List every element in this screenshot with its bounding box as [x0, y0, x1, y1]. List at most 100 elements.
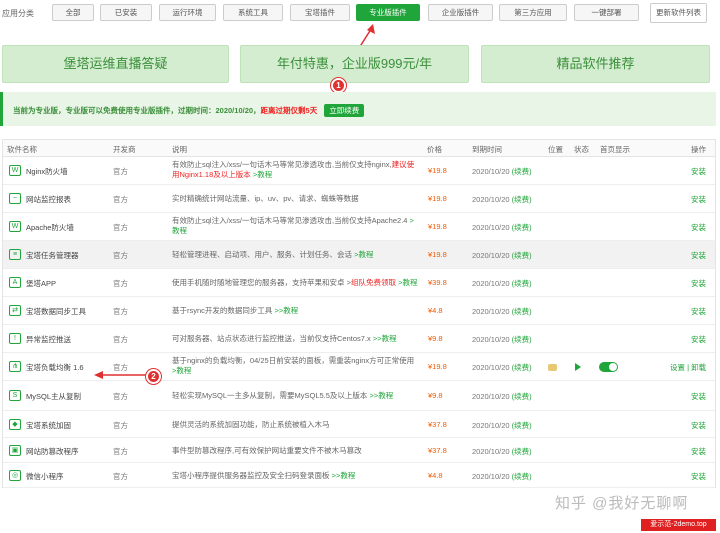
expire-date: 2020/10/20	[472, 307, 510, 316]
tab-installed[interactable]: 已安装	[100, 4, 152, 21]
tab-enterprise-plugins[interactable]: 企业版插件	[428, 4, 493, 21]
plugin-developer: 官方	[113, 392, 128, 401]
alert-icon: !	[9, 333, 21, 344]
install-button[interactable]: 安装	[691, 278, 706, 289]
plugin-table: 软件名称 开发商 说明 价格 到期时间 位置 状态 首页显示 操作 W Nginx…	[2, 139, 716, 488]
tab-all[interactable]: 全部	[52, 4, 94, 21]
plugin-expire: 2020/10/20 (续费)	[472, 166, 532, 177]
expire-date: 2020/10/20	[472, 223, 510, 232]
tutorial-link[interactable]: >>教程	[373, 334, 397, 343]
plugin-description: 基于rsync开发的数据同步工具 >>教程	[172, 306, 420, 316]
renew-link[interactable]: (续费)	[512, 421, 532, 430]
notice-text: 当前为专业版，专业版可以免费使用专业版插件，过期时间：2020/10/20，	[13, 106, 261, 115]
settings-uninstall-links[interactable]: 设置 | 卸载	[670, 362, 706, 373]
table-row: A 堡塔APP 官方 使用手机随时随地管理您的服务器，支持苹果和安卓 >组队免费领取 …	[3, 269, 715, 297]
description-text: 事件型防篡改程序,可有效保护网站重要文件不被木马篡改	[172, 446, 362, 455]
renew-link[interactable]: (续费)	[512, 363, 532, 372]
tab-one-click-deploy[interactable]: 一键部署	[574, 4, 639, 21]
install-button[interactable]: 安装	[691, 334, 706, 345]
renew-link[interactable]: (续费)	[512, 279, 532, 288]
description-text: 有效防止sql注入/xss/一句话木马等常见渗透攻击,当前仅支持Apache2.…	[172, 216, 408, 225]
tutorial-link[interactable]: >>教程	[332, 471, 356, 480]
expire-date: 2020/10/20	[472, 195, 510, 204]
install-button[interactable]: 安装	[691, 194, 706, 205]
plugin-name: 宝塔系统加固	[26, 421, 71, 430]
install-button[interactable]: 安装	[691, 222, 706, 233]
plugin-price: ¥19.8	[428, 362, 447, 371]
play-icon[interactable]	[575, 363, 581, 371]
plugin-description: 使用手机随时随地管理您的服务器，支持苹果和安卓 >组队免费领取 >教程	[172, 278, 420, 288]
folder-icon[interactable]	[548, 364, 557, 371]
renew-link[interactable]: (续费)	[512, 307, 532, 316]
plugin-expire: 2020/10/20 (续费)	[472, 194, 532, 205]
tab-third-party[interactable]: 第三方应用	[499, 4, 567, 21]
install-button[interactable]: 安装	[691, 306, 706, 317]
plugin-description: 宝塔小程序提供服务器监控及安全扫码登录面板 >>教程	[172, 471, 420, 481]
install-button[interactable]: 安装	[691, 446, 706, 457]
annotation-arrow-2	[94, 371, 148, 379]
plugin-developer: 官方	[113, 421, 128, 430]
expire-date: 2020/10/20	[472, 472, 510, 481]
shield-icon: W	[9, 221, 21, 232]
description-text: 提供灵活的系统加固功能，防止系统被植入木马	[172, 420, 330, 429]
tab-runtime[interactable]: 运行环境	[159, 4, 216, 21]
plugin-price: ¥39.8	[428, 278, 447, 287]
task-icon: ≡	[9, 249, 21, 260]
home-display-toggle[interactable]	[599, 362, 618, 372]
renew-link[interactable]: (续费)	[512, 447, 532, 456]
wechat-icon: ◎	[9, 470, 21, 481]
plugin-name: 宝塔任务管理器	[26, 251, 79, 260]
plugin-price: ¥9.8	[428, 391, 443, 400]
expire-date: 2020/10/20	[472, 363, 510, 372]
plugin-price: ¥19.8	[428, 250, 447, 259]
tutorial-link[interactable]: >>教程	[275, 306, 299, 315]
plugin-expire: 2020/10/20 (续费)	[472, 446, 532, 457]
table-row: W Nginx防火墙 官方 有效防止sql注入/xss/一句话木马等常见渗透攻击,当前…	[3, 157, 715, 185]
install-button[interactable]: 安装	[691, 166, 706, 177]
install-button[interactable]: 安装	[691, 391, 706, 402]
description-text: 基于nginx的负载均衡，04/25日前安装的面板，需重装nginx方可正常使用	[172, 356, 415, 365]
header-position: 位置	[548, 145, 563, 154]
install-button[interactable]: 安装	[691, 250, 706, 261]
renew-link[interactable]: (续费)	[512, 251, 532, 260]
plugin-price: ¥19.8	[428, 194, 447, 203]
plugin-name: 微信小程序	[26, 472, 64, 481]
category-label: 应用分类	[2, 9, 34, 18]
plugin-price: ¥4.8	[428, 306, 443, 315]
renew-link[interactable]: (续费)	[512, 392, 532, 401]
expire-date: 2020/10/20	[472, 421, 510, 430]
table-row: S MySQL主从复制 官方 轻松实现MySQL一主多从复制，需要MySQL5.5及以…	[3, 381, 715, 411]
renew-link[interactable]: (续费)	[512, 195, 532, 204]
banner-recommended[interactable]: 精品软件推荐	[481, 45, 710, 83]
tutorial-link[interactable]: >>教程	[370, 391, 394, 400]
plugin-developer: 官方	[113, 472, 128, 481]
banner-annual-offer[interactable]: 年付特惠，企业版999元/年	[240, 45, 469, 83]
plugin-description: 轻松管理进程、启动项、用户、服务、计划任务、会话 >教程	[172, 250, 420, 260]
tutorial-link[interactable]: >教程	[354, 250, 373, 259]
tamper-icon: ▣	[9, 445, 21, 456]
update-list-button[interactable]: 更新软件列表	[650, 3, 707, 23]
tab-pro-plugins[interactable]: 专业版插件	[356, 4, 420, 21]
renew-link[interactable]: (续费)	[512, 472, 532, 481]
banner-live-qa[interactable]: 堡塔运维直播答疑	[2, 45, 229, 83]
install-button[interactable]: 安装	[691, 471, 706, 482]
plugin-developer: 官方	[113, 251, 128, 260]
renew-link[interactable]: (续费)	[512, 223, 532, 232]
description-highlight[interactable]: 组队免费领取	[351, 278, 396, 287]
tab-bt-plugins[interactable]: 宝塔插件	[290, 4, 350, 21]
renew-link[interactable]: (续费)	[512, 335, 532, 344]
plugin-expire: 2020/10/20 (续费)	[472, 420, 532, 431]
tab-system-tools[interactable]: 系统工具	[223, 4, 283, 21]
plugin-expire: 2020/10/20 (续费)	[472, 391, 532, 402]
description-text: 有效防止sql注入/xss/一句话木马等常见渗透攻击,当前仅支持nginx,	[172, 160, 392, 169]
install-button[interactable]: 安装	[691, 420, 706, 431]
tutorial-link[interactable]: >教程	[253, 170, 272, 179]
tutorial-link[interactable]: >教程	[398, 278, 417, 287]
sync-icon: ⇄	[9, 305, 21, 316]
tutorial-link[interactable]: >教程	[172, 366, 191, 375]
description-text: 使用手机随时随地管理您的服务器，支持苹果和安卓 >	[172, 278, 351, 287]
plugin-description: 提供灵活的系统加固功能，防止系统被植入木马	[172, 420, 420, 430]
description-text: 宝塔小程序提供服务器监控及安全扫码登录面板	[172, 471, 330, 480]
renew-link[interactable]: (续费)	[512, 167, 532, 176]
renew-button[interactable]: 立即续费	[324, 104, 365, 117]
